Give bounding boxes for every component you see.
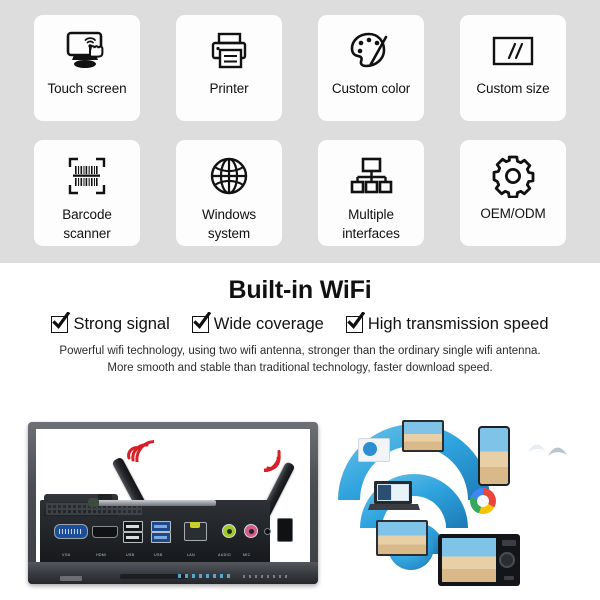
port-usb-1 xyxy=(123,521,143,532)
device-tablet xyxy=(402,420,444,452)
port-audio-out xyxy=(222,524,236,538)
feature-label-line2: scanner xyxy=(63,226,111,241)
wifi-benefit-label: Wide coverage xyxy=(213,315,324,333)
feature-card-barcode-scanner[interactable]: Barcode scanner xyxy=(34,140,140,246)
io-metal-bar xyxy=(96,500,216,506)
feature-label-line1: Multiple xyxy=(348,207,394,222)
wifi-description-line1: Powerful wifi technology, using two wifi… xyxy=(59,345,541,357)
port-usb-2 xyxy=(123,532,143,543)
hierarchy-icon xyxy=(318,150,424,202)
product-infographic-page: Touch screen Printer Custom color Custom… xyxy=(0,0,600,600)
port-lan xyxy=(184,522,207,541)
monitor-bottom-bezel xyxy=(28,562,318,584)
feature-card-oem-odm[interactable]: OEM/ODM xyxy=(460,140,566,246)
feature-label: Barcode scanner xyxy=(34,205,140,243)
wifi-benefit-wide-coverage: Wide coverage xyxy=(191,312,324,334)
screen-size-icon xyxy=(460,25,566,77)
feature-label-line2: system xyxy=(207,226,251,241)
signal-waves-right-icon xyxy=(264,450,281,472)
port-usb3-1 xyxy=(151,521,171,532)
feature-label-line2: interfaces xyxy=(342,226,400,241)
wifi-benefit-strong-signal: Strong signal xyxy=(51,312,170,334)
wifi-network-illustration xyxy=(330,416,592,594)
features-panel: Touch screen Printer Custom color Custom… xyxy=(0,0,600,263)
feature-label: Custom color xyxy=(331,81,411,96)
wifi-benefit-list: Strong signal Wide coverage High transmi… xyxy=(0,312,600,334)
wifi-benefit-label: Strong signal xyxy=(73,315,170,333)
monitor-badge-strip xyxy=(243,575,287,578)
feature-label-line1: Barcode xyxy=(62,207,112,222)
feature-card-custom-color[interactable]: Custom color xyxy=(318,15,424,121)
barcode-scanner-icon xyxy=(34,150,140,202)
printer-icon xyxy=(176,25,282,77)
checkmark-icon xyxy=(345,312,365,333)
port-label-usb-1: USB xyxy=(126,553,135,557)
device-digital-camera xyxy=(438,534,520,586)
feature-label-line1: Windows xyxy=(201,207,257,222)
product-photo-monitor: VGA HDMI USB USB LAN AUDIO MIC xyxy=(28,422,318,584)
touch-screen-icon xyxy=(34,25,140,77)
io-port-panel: VGA HDMI USB USB LAN AUDIO MIC xyxy=(40,494,293,562)
page-title: Built-in WiFi xyxy=(228,276,372,304)
feature-label: Touch screen xyxy=(47,81,127,96)
email-icon xyxy=(358,438,390,462)
device-laptop xyxy=(368,481,420,510)
features-grid: Touch screen Printer Custom color Custom… xyxy=(0,0,600,263)
gear-icon xyxy=(460,150,566,202)
port-microphone xyxy=(244,524,258,538)
birds-icon xyxy=(528,444,567,456)
feature-label: Multiple interfaces xyxy=(318,205,424,243)
product-photo-section: VGA HDMI USB USB LAN AUDIO MIC xyxy=(0,410,600,600)
port-indicator xyxy=(264,528,271,535)
port-usb3-2 xyxy=(151,532,171,543)
feature-card-custom-size[interactable]: Custom size xyxy=(460,15,566,121)
paint-palette-icon xyxy=(318,25,424,77)
port-label-hdmi: HDMI xyxy=(96,553,107,557)
wifi-benefit-high-transmission-speed: High transmission speed xyxy=(345,312,549,334)
io-knob xyxy=(88,498,99,507)
monitor-foot xyxy=(60,576,82,581)
port-label-lan: LAN xyxy=(187,553,195,557)
device-smartphone xyxy=(478,426,510,486)
wifi-description: Powerful wifi technology, using two wifi… xyxy=(0,343,600,377)
checkmark-icon xyxy=(191,312,211,333)
signal-waves-left-icon xyxy=(127,440,154,462)
monitor-indicator-leds xyxy=(178,574,230,578)
port-label-usb-2: USB xyxy=(154,553,163,557)
checkmark-icon xyxy=(51,312,71,333)
port-label-vga: VGA xyxy=(62,553,71,557)
port-vga xyxy=(54,524,88,539)
wifi-description-line2: More smooth and stable than traditional … xyxy=(107,362,493,374)
feature-card-windows-system[interactable]: Windows system xyxy=(176,140,282,246)
feature-label: Printer xyxy=(209,81,249,96)
port-label-mic: MIC xyxy=(243,553,251,557)
wifi-benefit-label: High transmission speed xyxy=(367,315,549,333)
port-label-audio: AUDIO xyxy=(218,553,231,557)
feature-label: OEM/ODM xyxy=(480,206,546,221)
device-television xyxy=(376,520,428,556)
feature-label: Custom size xyxy=(476,81,550,96)
port-module-blank xyxy=(277,518,293,542)
feature-label: Windows system xyxy=(176,205,282,243)
browser-icon xyxy=(470,488,496,514)
port-hdmi xyxy=(92,526,118,538)
feature-card-touch-screen[interactable]: Touch screen xyxy=(34,15,140,121)
globe-icon xyxy=(176,150,282,202)
feature-card-printer[interactable]: Printer xyxy=(176,15,282,121)
feature-card-multiple-interfaces[interactable]: Multiple interfaces xyxy=(318,140,424,246)
wifi-headline-section: Built-in WiFi Strong signal Wide coverag… xyxy=(0,263,600,413)
